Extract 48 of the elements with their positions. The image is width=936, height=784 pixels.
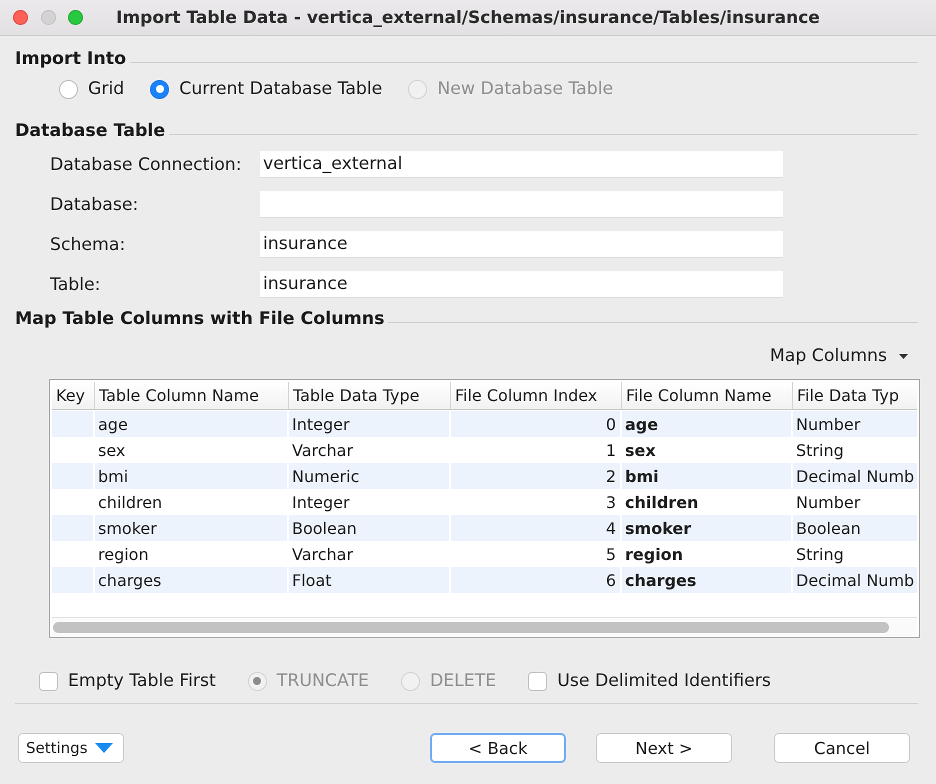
table-cell-text: Decimal Numb — [795, 466, 916, 488]
caret-down-icon — [94, 743, 113, 753]
radio-button[interactable]: Grid — [59, 79, 124, 99]
column-header[interactable]: File Column Name — [622, 382, 793, 409]
column-header[interactable]: Table Column Name — [95, 382, 289, 409]
table-cell-text: Number — [795, 414, 862, 436]
text-field[interactable] — [260, 191, 783, 218]
column-header[interactable]: File Column Index — [451, 382, 622, 409]
table-cell-text: Number — [795, 492, 862, 514]
text-field[interactable]: insurance — [260, 271, 783, 298]
checkbox[interactable]: Use Delimited Identifiers — [528, 671, 771, 691]
column-header[interactable]: File Data Typ — [793, 382, 917, 409]
dialog-button[interactable]: Next > — [596, 733, 732, 763]
text-field[interactable]: insurance — [260, 231, 783, 258]
checkbox[interactable]: Empty Table First — [39, 671, 216, 691]
scrollbar-thumb[interactable] — [53, 622, 889, 633]
table-cell-text: Boolean — [795, 518, 862, 540]
table-cell-text: String — [795, 544, 845, 566]
section-title: Database Table — [15, 121, 166, 141]
dialog-button[interactable]: Cancel — [774, 733, 910, 763]
table-row[interactable]: bmi Numeric 2 bmi Decimal Numb — [52, 463, 917, 489]
dialog-button[interactable]: < Back — [430, 733, 566, 763]
table-cell-text: Decimal Numb — [795, 570, 916, 592]
table-cell: 6 — [451, 567, 622, 593]
field-label: Database: — [50, 194, 140, 214]
radio-button[interactable]: Current Database Table — [150, 79, 382, 99]
map-columns-button[interactable]: Map Columns — [770, 343, 908, 369]
table-row[interactable]: charges Float 6 charges Decimal Numb — [52, 567, 917, 593]
section-title: Import Into — [15, 49, 126, 69]
section-title: Map Table Columns with File Columns — [15, 309, 384, 329]
table-cell: Float — [289, 567, 451, 593]
window-title: Import Table Data - vertica_external/Schemas/insurance/Tables/insurance — [116, 8, 820, 28]
table-cell: charges — [622, 567, 793, 593]
caret-down-icon — [899, 354, 908, 358]
zoom-button[interactable] — [68, 10, 83, 25]
close-button[interactable] — [13, 10, 28, 25]
column-header[interactable]: Key — [52, 382, 95, 409]
text-field[interactable]: vertica_external — [260, 151, 783, 178]
table-row[interactable]: age Integer 0 age Number — [52, 411, 917, 437]
table-row[interactable]: smoker Boolean 4 smoker Boolean — [52, 515, 917, 541]
column-header[interactable]: Table Data Type — [289, 382, 451, 409]
table-cell: charges — [95, 567, 289, 593]
horizontal-scrollbar[interactable] — [52, 617, 917, 637]
settings-button[interactable]: Settings — [18, 733, 124, 763]
field-label: Table: — [50, 274, 102, 294]
table-cell-text: String — [795, 440, 845, 462]
field-label: Schema: — [50, 234, 126, 254]
field-label: Database Connection: — [50, 154, 243, 174]
